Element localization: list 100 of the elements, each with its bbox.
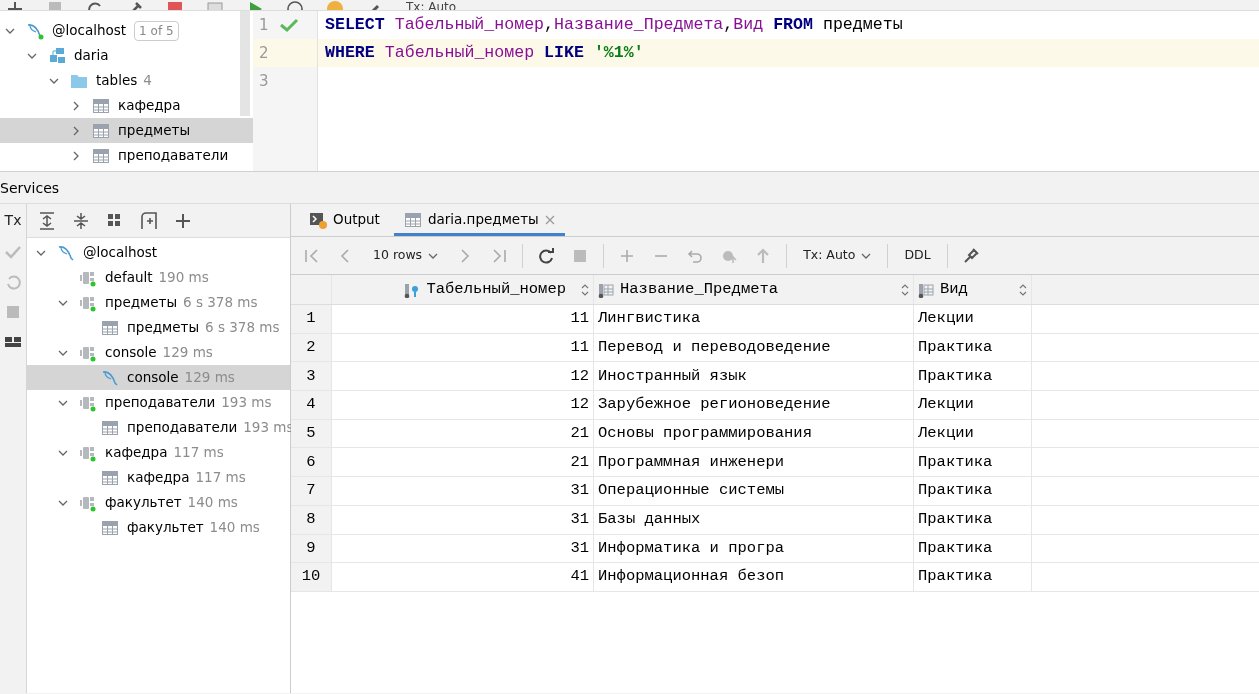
- count-badge: 1 of 5: [134, 20, 179, 41]
- column-header[interactable]: Вид: [914, 275, 1032, 304]
- dolphin-icon: [26, 21, 44, 40]
- table-cell: Практика: [914, 534, 1032, 563]
- table-cell: 31: [332, 505, 594, 534]
- tree-item[interactable]: кафедра 117 ms: [27, 440, 290, 465]
- table-cell: 41: [332, 563, 594, 591]
- collapse-all-icon[interactable]: [71, 210, 91, 231]
- page-size-dropdown[interactable]: 10 rows: [365, 246, 447, 265]
- duration-label: 117 ms: [173, 443, 224, 463]
- table-icon: [92, 146, 110, 165]
- table-cell: 31: [332, 534, 594, 563]
- tree-item[interactable]: @localhost 1 of 5: [0, 18, 253, 43]
- tree-item[interactable]: daria: [0, 43, 253, 68]
- table-cell: 21: [332, 419, 594, 448]
- item-count: 4: [143, 71, 152, 91]
- table-cell: Практика: [914, 477, 1032, 505]
- table-icon: [101, 518, 119, 537]
- table-cell: 21: [332, 448, 594, 477]
- column-header[interactable]: Название_Предмета: [594, 275, 914, 304]
- tree-item[interactable]: преподаватели 193 ms: [27, 390, 290, 415]
- table-cell: Практика: [914, 362, 1032, 391]
- transaction-dropdown[interactable]: Tx: [4, 210, 22, 231]
- table-cell: Информатика и програ: [594, 534, 914, 563]
- table-cell: Лекции: [914, 391, 1032, 419]
- add-service-icon[interactable]: [139, 210, 159, 231]
- tree-item[interactable]: console 129 ms: [27, 365, 290, 390]
- table-cell: Программная инженери: [594, 448, 914, 477]
- dolphin-icon: [57, 243, 75, 262]
- table-cell: 12: [332, 391, 594, 419]
- tree-item[interactable]: предметы 6 s 378 ms: [27, 315, 290, 340]
- tree-item-label: преподаватели: [118, 146, 229, 166]
- tree-item[interactable]: кафедра 117 ms: [27, 465, 290, 490]
- duration-label: 6 s 378 ms: [205, 318, 280, 338]
- duration-label: 193 ms: [221, 393, 272, 413]
- tree-item-label: @localhost: [52, 21, 127, 41]
- tree-item[interactable]: tables 4: [0, 68, 253, 93]
- tree-item-label: default: [105, 268, 153, 288]
- table-cell: Иностранный язык: [594, 362, 914, 391]
- line-number: 1: [259, 14, 269, 36]
- table-cell: 31: [332, 477, 594, 505]
- sort-icon[interactable]: [901, 283, 909, 296]
- table-cell: Базы данных: [594, 505, 914, 534]
- table-icon: [101, 418, 119, 437]
- table-cell: Операционные системы: [594, 477, 914, 505]
- column-header[interactable]: Табельный_номер: [332, 275, 594, 304]
- row-number: 8: [291, 505, 332, 534]
- table-icon: [92, 96, 110, 115]
- tree-item[interactable]: предметы: [0, 118, 253, 143]
- tree-item[interactable]: @localhost: [27, 240, 290, 265]
- duration-label: 129 ms: [184, 368, 235, 388]
- column-icon: [598, 281, 615, 298]
- duration-label: 140 ms: [187, 493, 238, 513]
- tree-item[interactable]: факультет 140 ms: [27, 490, 290, 515]
- tree-item-label: преподаватели: [127, 418, 238, 438]
- table-icon: [403, 210, 422, 229]
- row-number: 1: [291, 305, 332, 333]
- tree-item[interactable]: console 129 ms: [27, 340, 290, 365]
- tab[interactable]: daria.предметы: [393, 206, 565, 236]
- tree-item[interactable]: преподаватели: [0, 143, 253, 168]
- table-cell: Лекции: [914, 305, 1032, 333]
- column-icon: [918, 281, 935, 298]
- refresh-icon[interactable]: [537, 246, 556, 265]
- row-number: 4: [291, 391, 332, 419]
- tree-item-label: преподаватели: [105, 393, 216, 413]
- table-cell: Лекции: [914, 419, 1032, 448]
- table-cell: 11: [332, 305, 594, 333]
- sort-icon[interactable]: [1019, 283, 1027, 296]
- tree-item-label: console: [105, 343, 157, 363]
- sort-icon[interactable]: [581, 283, 589, 296]
- expand-all-icon[interactable]: [37, 210, 57, 231]
- row-number: 7: [291, 477, 332, 505]
- tree-item-label: предметы: [105, 293, 178, 313]
- dolphin-icon: [101, 368, 119, 387]
- tab[interactable]: Output: [299, 206, 390, 236]
- tree-item-label: @localhost: [83, 243, 158, 263]
- tree-item[interactable]: предметы 6 s 378 ms: [27, 290, 290, 315]
- tree-item-label: console: [127, 368, 179, 388]
- tree-item-label: факультет: [127, 518, 204, 538]
- tree-item[interactable]: кафедра: [0, 93, 253, 118]
- tree-item[interactable]: default 190 ms: [27, 265, 290, 290]
- tree-item-label: tables: [96, 71, 138, 91]
- table-cell: Практика: [914, 333, 1032, 362]
- line-number: 2: [259, 42, 269, 64]
- table-icon: [92, 121, 110, 140]
- ddl-button[interactable]: DDL: [896, 246, 939, 265]
- duration-label: 117 ms: [195, 468, 246, 488]
- chevron-down-icon: [428, 251, 439, 260]
- table-icon: [101, 318, 119, 337]
- tree-item[interactable]: факультет 140 ms: [27, 515, 290, 540]
- code-line: SELECT Табельный_номер,Название_Предмета,Вид FROM предметы: [324, 14, 904, 36]
- tree-item-label: кафедра: [105, 443, 168, 463]
- table-cell: Основы программирования: [594, 419, 914, 448]
- close-icon[interactable]: [544, 214, 555, 225]
- duration-label: 190 ms: [158, 268, 209, 288]
- tree-item-label: кафедра: [118, 96, 181, 116]
- table-cell: Зарубежное регионоведение: [594, 391, 914, 419]
- table-icon: [101, 468, 119, 487]
- transaction-mode-dropdown[interactable]: Tx: Auto: [795, 246, 880, 265]
- scrollbar[interactable]: [240, 11, 250, 116]
